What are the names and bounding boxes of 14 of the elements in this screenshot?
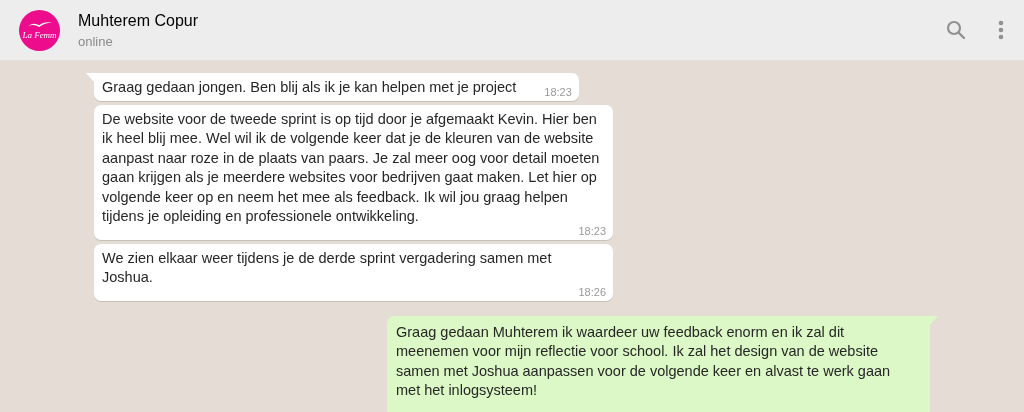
contact-avatar[interactable]: La Femm [19,9,60,51]
message-time: 18:23 [577,224,606,237]
message-text: Graag gedaan jongen. Ben blij als ik je kan helpen met je project [102,78,517,97]
message-text: We zien elkaar weer tijdens je de derde sprint vergadering samen met Joshua. [102,248,553,287]
search-icon [946,20,966,40]
contact-name: Muhterem Copur [78,11,200,30]
contact-status: online [78,33,114,49]
message-time: 18:23 [543,85,572,98]
message-time: 18:26 [577,285,606,298]
message-text: De website voor de tweede sprint is op tijd door je afgemaakt Kevin. Hier ben ik heel blij mee. Wel wil ik de volgende keer dat je de kleuren van de website aanpast naar roze in de plaats van paars. Je zal meer oog voor detail moeten gaan krijgen als je meerdere websites voor bedrijven gaat maken. Let hier op volgende keer op en neem het mee als feedback. Ik wil jou graag helpen tijdens je opleiding en professionele ontwikkeling. [102,109,601,226]
bird-icon [26,20,53,28]
message-text: Graag gedaan Muhterem ik waardeer uw feedback enorm en ik zal dit meenemen voor mijn reflectie voor school. Ik zal het design van de website samen met Joshua aanpassen voor de volgende keer en alvast te werk gaan met het inlogsysteem! [396,322,892,400]
menu-icon [998,20,1004,40]
avatar-logo-text: La Femm [22,29,57,40]
